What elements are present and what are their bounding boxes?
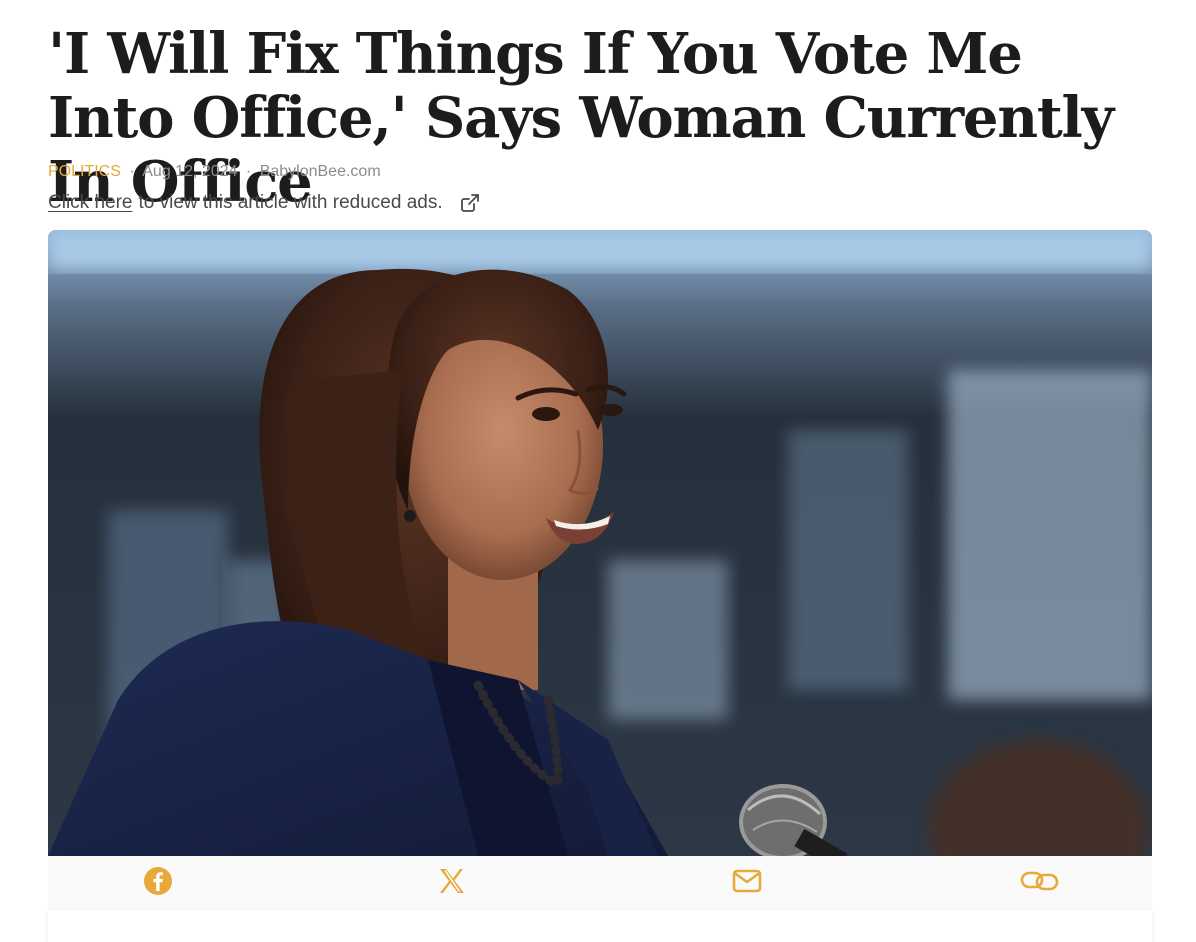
publish-date: Aug 12, 2024 [142,163,238,180]
meta-separator: · [129,163,135,180]
reduced-ads-link[interactable]: Click here [48,191,132,215]
article-headline: 'I Will Fix Things If You Vote Me Into O… [48,21,1114,215]
meta-separator: · [245,163,252,180]
share-x-button[interactable] [436,868,468,898]
category-label[interactable]: POLITICS [48,163,121,180]
share-facebook-button[interactable] [142,866,174,901]
article-page: 'I Will Fix Things If You Vote Me Into O… [0,0,1196,942]
reduced-ads-text: to view this article with reduced ads. [138,192,443,213]
hero-image [48,230,1152,856]
share-bar [48,856,1152,910]
article-meta: POLITICS · Aug 12, 2024 · BabylonBee.com [48,162,381,182]
reduced-ads-notice: Click here to view this article with red… [48,191,481,215]
source-label: BabylonBee.com [259,163,381,180]
mail-icon [732,869,762,898]
share-email-button[interactable] [731,868,763,898]
link-icon [1020,868,1060,899]
copy-link-button[interactable] [1020,868,1059,898]
x-icon [438,868,466,899]
external-link-icon[interactable] [459,192,481,214]
article-body-card [48,910,1152,942]
facebook-icon [143,866,173,901]
